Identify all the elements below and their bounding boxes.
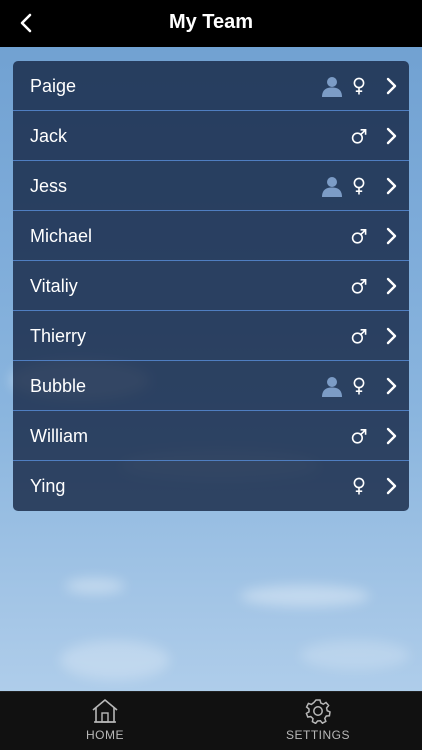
male-symbol-icon <box>351 229 367 244</box>
page-title: My Team <box>168 11 254 33</box>
row-accessories <box>351 211 397 261</box>
team-member-name: Jack <box>30 126 68 146</box>
female-symbol-icon <box>353 477 365 495</box>
chevron-right-icon <box>386 277 397 295</box>
tab-home-label: HOME <box>86 728 124 742</box>
chevron-right-icon <box>386 127 397 145</box>
chevron-right-icon <box>386 477 397 495</box>
tab-settings-label: SETTINGS <box>285 728 350 742</box>
row-accessories <box>321 61 397 111</box>
person-icon <box>322 177 342 197</box>
chevron-right-icon <box>386 177 397 195</box>
team-list: Paige Jack Jess Michael Vitaliy Thierry Bubble… <box>13 61 409 511</box>
male-symbol-icon <box>351 129 367 144</box>
team-member-row[interactable]: William <box>13 411 409 461</box>
team-member-name: William <box>30 426 88 446</box>
chevron-right-icon <box>386 77 397 95</box>
row-accessories <box>351 461 397 511</box>
team-member-name: Jess <box>30 176 68 196</box>
team-member-row[interactable]: Paige <box>13 61 409 111</box>
female-symbol-icon <box>353 177 365 195</box>
tab-home[interactable]: HOME <box>45 692 165 750</box>
team-member-row[interactable]: Jess <box>13 161 409 211</box>
team-member-row[interactable]: Jack <box>13 111 409 161</box>
tab-settings[interactable]: SETTINGS <box>258 692 378 750</box>
team-member-row[interactable]: Ying <box>13 461 409 511</box>
row-accessories <box>321 161 397 211</box>
gear-icon <box>305 699 331 724</box>
row-accessories <box>351 311 397 361</box>
male-symbol-icon <box>351 279 367 294</box>
team-member-name: Paige <box>30 76 77 96</box>
female-symbol-icon <box>353 377 365 395</box>
team-member-name: Thierry <box>30 326 87 346</box>
chevron-right-icon <box>386 427 397 445</box>
cloud <box>65 578 125 594</box>
row-accessories <box>351 261 397 311</box>
female-symbol-icon <box>353 77 365 95</box>
person-icon <box>322 77 342 97</box>
tab-bar: HOME SETTINGS <box>0 691 422 750</box>
home-icon <box>92 699 118 723</box>
team-member-row[interactable]: Bubble <box>13 361 409 411</box>
row-accessories <box>351 111 397 161</box>
male-symbol-icon <box>351 429 367 444</box>
male-symbol-icon <box>351 329 367 344</box>
cloud <box>60 640 170 680</box>
team-member-row[interactable]: Vitaliy <box>13 261 409 311</box>
team-member-name: Ying <box>30 476 66 496</box>
chevron-right-icon <box>386 327 397 345</box>
person-icon <box>322 377 342 397</box>
top-bar: My Team <box>0 0 422 47</box>
chevron-right-icon <box>386 377 397 395</box>
team-member-name: Michael <box>30 226 93 246</box>
cloud <box>240 585 370 607</box>
team-member-row[interactable]: Thierry <box>13 311 409 361</box>
team-member-row[interactable]: Michael <box>13 211 409 261</box>
cloud <box>300 640 410 670</box>
team-member-name: Bubble <box>30 376 87 396</box>
row-accessories <box>351 411 397 461</box>
chevron-right-icon <box>386 227 397 245</box>
row-accessories <box>321 361 397 411</box>
team-member-name: Vitaliy <box>30 276 78 296</box>
